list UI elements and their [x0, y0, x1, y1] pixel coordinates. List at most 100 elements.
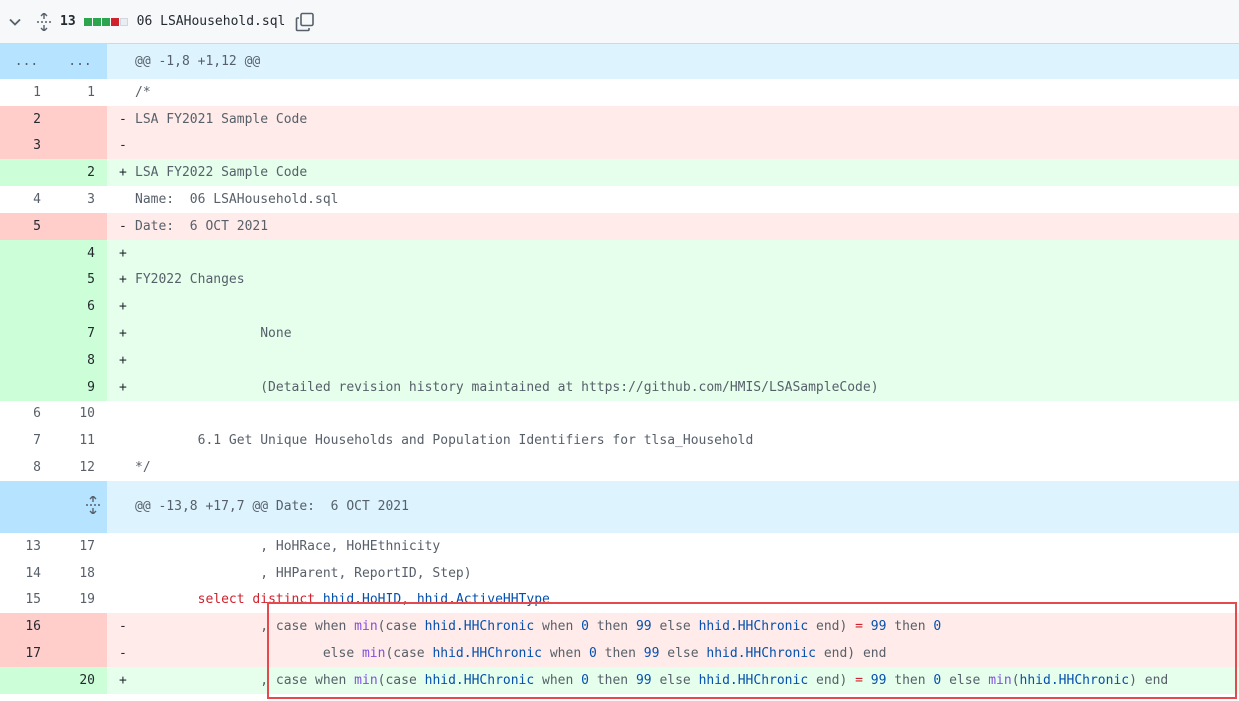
old-line-number[interactable]: 15: [0, 587, 53, 614]
new-line-number[interactable]: 18: [53, 560, 107, 587]
hunk-expand-new[interactable]: ...: [53, 44, 107, 79]
diff-sign: [107, 427, 133, 454]
old-line-number[interactable]: 2: [0, 105, 53, 133]
changes-count: 13: [60, 14, 76, 29]
code-line: , HHParent, ReportID, Step): [135, 565, 472, 581]
hunk-header-text: @@ -13,8 +17,7 @@ Date: 6 OCT 2021: [133, 480, 1239, 533]
old-line-number[interactable]: 3: [0, 132, 53, 160]
diff-line: 4 +: [0, 239, 1239, 267]
old-line-number[interactable]: 1: [0, 79, 53, 106]
diff-sign: -: [107, 640, 133, 667]
new-line-number[interactable]: [53, 105, 107, 133]
code-line: 6.1 Get Unique Households and Population…: [135, 433, 754, 449]
diff-sign: +: [107, 666, 133, 694]
diff-sign: +: [107, 373, 133, 401]
old-line-number[interactable]: [0, 320, 53, 347]
code-line: [133, 293, 1239, 321]
old-line-number[interactable]: [0, 373, 53, 401]
new-line-number[interactable]: 2: [53, 159, 107, 187]
diff-line: 11 /*: [0, 79, 1239, 106]
new-line-number[interactable]: 19: [53, 587, 107, 614]
old-line-number[interactable]: [0, 266, 53, 294]
diff-line: 7 11 6.1 Get Unique Households and Popula…: [0, 427, 1239, 454]
chevron-down-icon[interactable]: [8, 15, 22, 29]
new-line-number[interactable]: 7: [53, 320, 107, 347]
new-line-number[interactable]: 9: [53, 373, 107, 401]
diff-sign: [107, 533, 133, 560]
old-line-number[interactable]: [0, 239, 53, 267]
diff-sign: -: [107, 613, 133, 641]
diff-line: 16 - , case when min(case hhid.HHChronic…: [0, 613, 1239, 641]
diffstat-deleted-square: [110, 17, 119, 26]
old-line-number[interactable]: 13: [0, 533, 53, 560]
code-line: else min(case hhid.HHChronic when 0 then…: [133, 640, 1239, 667]
diff-sign: [107, 401, 133, 428]
code-line: , case when min(case hhid.HHChronic when…: [133, 666, 1239, 694]
old-line-number[interactable]: 6: [0, 401, 53, 428]
old-line-number[interactable]: 14: [0, 560, 53, 587]
code-line: LSA FY2022 Sample Code: [133, 159, 1239, 187]
file-header: 13 06 LSAHousehold.sql: [0, 0, 1239, 44]
code-line: Name: 06 LSAHousehold.sql: [135, 192, 339, 208]
diff-line: 2 - LSA FY2021 Sample Code: [0, 105, 1239, 133]
old-line-number[interactable]: 16: [0, 613, 53, 641]
new-line-number[interactable]: 10: [53, 401, 107, 428]
copy-icon[interactable]: [295, 12, 315, 32]
diff-line: 8 +: [0, 346, 1239, 374]
diff-sign: -: [107, 105, 133, 133]
new-line-number[interactable]: [53, 212, 107, 240]
diff-line: 17 - else min(case hhid.HHChronic when 0…: [0, 640, 1239, 667]
old-line-number[interactable]: [0, 666, 53, 694]
diff-line: 6 10: [0, 401, 1239, 428]
diff-line: 2 + LSA FY2022 Sample Code: [0, 159, 1239, 187]
new-line-number[interactable]: [53, 640, 107, 667]
new-line-number[interactable]: 8: [53, 346, 107, 374]
diff-line: 6 +: [0, 293, 1239, 321]
new-line-number[interactable]: 11: [53, 427, 107, 454]
old-line-number[interactable]: 17: [0, 640, 53, 667]
hunk-header-text: @@ -1,8 +1,12 @@: [133, 44, 1239, 79]
diff-sign: +: [107, 293, 133, 321]
new-line-number[interactable]: 17: [53, 533, 107, 560]
old-line-number[interactable]: 5: [0, 212, 53, 240]
code-line: select distinct hhid.HoHID, hhid.ActiveH…: [197, 592, 550, 608]
diff-sign: +: [107, 159, 133, 187]
old-line-number[interactable]: [0, 293, 53, 321]
diff-sign: +: [107, 266, 133, 294]
new-line-number[interactable]: 6: [53, 293, 107, 321]
new-line-number[interactable]: 5: [53, 266, 107, 294]
code-line: None: [133, 320, 1239, 347]
hunk-header: @@ -13,8 +17,7 @@ Date: 6 OCT 2021: [0, 480, 1239, 533]
new-line-number[interactable]: 12: [53, 454, 107, 481]
code-line: LSA FY2021 Sample Code: [133, 105, 1239, 133]
new-line-number[interactable]: 20: [53, 666, 107, 694]
code-line: FY2022 Changes: [133, 266, 1239, 294]
old-line-number[interactable]: 8: [0, 454, 53, 481]
old-line-number[interactable]: [0, 346, 53, 374]
hunk-header: ... ... @@ -1,8 +1,12 @@: [0, 44, 1239, 79]
diff-sign: -: [107, 132, 133, 160]
unfold-icon: [85, 494, 100, 515]
diffstat-added-square: [101, 17, 110, 26]
new-line-number[interactable]: 1: [53, 79, 107, 106]
code-line: [133, 239, 1239, 267]
diffstat-added-square: [92, 17, 101, 26]
diff-line: 3-: [0, 132, 1239, 160]
new-line-number[interactable]: [53, 132, 107, 160]
expand-all-icon[interactable]: [36, 12, 52, 31]
file-name[interactable]: 06 LSAHousehold.sql: [137, 14, 286, 29]
old-line-number[interactable]: 7: [0, 427, 53, 454]
new-line-number[interactable]: [53, 613, 107, 641]
old-line-number[interactable]: 4: [0, 186, 53, 213]
code-line: /*: [135, 84, 151, 100]
new-line-number[interactable]: 4: [53, 239, 107, 267]
diff-line: 20 + , case when min(case hhid.HHChronic…: [0, 666, 1239, 694]
diff-table: ... ... @@ -1,8 +1,12 @@ 11 /* 2- LSA FY20…: [0, 44, 1239, 694]
hunk-expand-button[interactable]: [0, 480, 107, 533]
diff-sign: [107, 454, 133, 481]
old-line-number[interactable]: [0, 159, 53, 187]
hunk-expand-old[interactable]: ...: [0, 44, 53, 79]
diff-sign: +: [107, 320, 133, 347]
diff-sign: +: [107, 346, 133, 374]
new-line-number[interactable]: 3: [53, 186, 107, 213]
